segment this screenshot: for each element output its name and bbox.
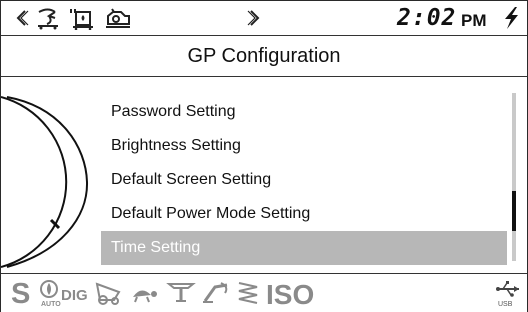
- settings-menu: Password Setting Brightness Setting Defa…: [101, 95, 507, 265]
- scroll-thumb[interactable]: [512, 191, 516, 231]
- turtle-icon: [133, 290, 157, 303]
- status-bar: 2:02 PM: [1, 1, 527, 36]
- menu-item-password-setting[interactable]: Password Setting: [101, 95, 507, 129]
- menu-item-time-setting[interactable]: Time Setting: [101, 231, 507, 265]
- lightning-icon: [505, 7, 518, 29]
- right-arrow-icon[interactable]: [247, 6, 263, 30]
- scrollbar[interactable]: [512, 93, 516, 261]
- iso-indicator: ISO: [266, 279, 315, 310]
- menu-item-default-screen-setting[interactable]: Default Screen Setting: [101, 163, 507, 197]
- engine-lamp-icon: [106, 8, 130, 28]
- lift-arm-icon: [203, 282, 228, 303]
- clock-time: 2:02: [397, 5, 457, 31]
- usb-label: USB: [498, 301, 513, 308]
- usb-icon: [496, 281, 519, 297]
- display-screen: 2:02 PM GP Configuration Password Settin…: [0, 0, 528, 312]
- clock-ampm: PM: [461, 11, 487, 30]
- menu-item-default-power-mode-setting[interactable]: Default Power Mode Setting: [101, 197, 507, 231]
- spring-icon: [238, 282, 258, 304]
- menu-item-brightness-setting[interactable]: Brightness Setting: [101, 129, 507, 163]
- left-arrow-icon[interactable]: [13, 6, 29, 30]
- cutting-tool-icon: [166, 283, 196, 302]
- defrost-icon: [70, 9, 93, 30]
- indicator-bar: S AUTO DIG ISO USB: [1, 273, 527, 312]
- auto-label: AUTO: [41, 301, 61, 308]
- dig-indicator: DIG: [61, 287, 88, 304]
- recirculation-icon: [38, 8, 58, 30]
- gauge-dial: [1, 96, 89, 268]
- main-content: Password Setting Brightness Setting Defa…: [1, 77, 527, 273]
- page-title: GP Configuration: [1, 36, 527, 77]
- tractor-icon: [95, 282, 121, 305]
- s-indicator: S: [11, 278, 31, 310]
- auto-throttle-icon: [40, 280, 58, 298]
